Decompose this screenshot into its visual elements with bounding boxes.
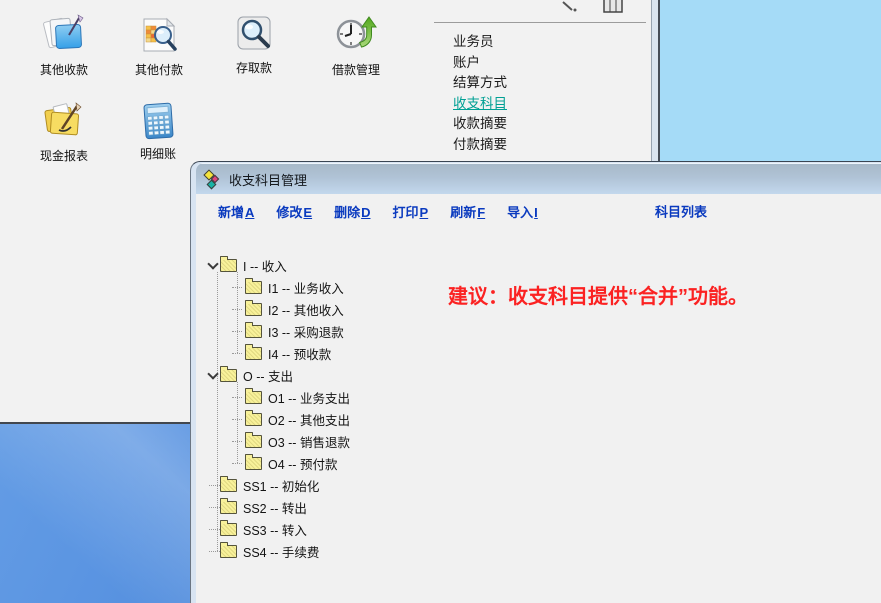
- calculator-icon: [136, 99, 180, 143]
- app-icon-cash-report[interactable]: 现金报表: [20, 99, 108, 164]
- side-menu-item-income-expense-subjects[interactable]: 收支科目: [453, 94, 507, 115]
- payment-sheet-magnifier-icon: [136, 13, 182, 59]
- side-menu-item-account[interactable]: 账户: [453, 53, 507, 74]
- tree-node-advance-payment[interactable]: O4 -- 预付款: [206, 452, 350, 474]
- tree-node-business-income[interactable]: I1 -- 业务收入: [206, 276, 350, 298]
- app-icon-label: 借款管理: [312, 61, 400, 78]
- app-icon-label: 现金报表: [20, 147, 108, 164]
- edit-button[interactable]: 修改E: [276, 202, 312, 221]
- subject-management-inner: 收支科目管理 新增A 修改E 删除D 打印P 刷新F 导入I 科目列表 I --…: [196, 163, 881, 603]
- folder-icon: [245, 391, 262, 404]
- side-menu-item-receipt-summary[interactable]: 收款摘要: [453, 114, 507, 135]
- suggestion-annotation: 建议：收支科目提供“合并”功能。: [448, 280, 748, 309]
- folder-icon: [245, 435, 262, 448]
- app-icon-other-payments[interactable]: 其他付款: [115, 13, 203, 78]
- tree-node-other-income[interactable]: I2 -- 其他收入: [206, 298, 350, 320]
- folder-icon: [220, 369, 237, 382]
- deposit-magnifier-icon: [232, 13, 276, 57]
- tree-node-transfer-out[interactable]: SS2 -- 转出: [206, 496, 350, 518]
- app-icon-other-receipts[interactable]: 其他收款: [20, 13, 108, 78]
- print-button[interactable]: 打印P: [393, 202, 429, 221]
- cash-report-folder-icon: [40, 99, 88, 145]
- clipped-pen-icon[interactable]: [561, 0, 577, 12]
- app-icon-label: 明细账: [114, 145, 202, 162]
- folder-icon: [220, 523, 237, 536]
- clock-green-arrow-icon: [333, 13, 379, 59]
- side-menu-item-salesman[interactable]: 业务员: [453, 32, 507, 53]
- side-menu-separator: [434, 22, 646, 23]
- clipped-window-icon[interactable]: [603, 0, 625, 14]
- subject-tree: I -- 收入 I1 -- 业务收入 I2 -- 其他收入 I3 -- 采购退款…: [206, 254, 350, 562]
- background-window-area: [660, 0, 881, 161]
- app-icon-label: 存取款: [210, 59, 298, 76]
- tree-node-expense[interactable]: O -- 支出: [206, 364, 350, 386]
- folder-icon: [245, 325, 262, 338]
- refresh-button[interactable]: 刷新F: [450, 202, 485, 221]
- folder-icon: [245, 457, 262, 470]
- tree-node-initialization[interactable]: SS1 -- 初始化: [206, 474, 350, 496]
- window-title: 收支科目管理: [229, 170, 307, 189]
- chevron-down-icon[interactable]: [206, 368, 220, 382]
- app-icon-loan-management[interactable]: 借款管理: [312, 13, 400, 78]
- folder-icon: [220, 479, 237, 492]
- tree-node-business-expense[interactable]: O1 -- 业务支出: [206, 386, 350, 408]
- add-button[interactable]: 新增A: [218, 202, 254, 221]
- tree-node-other-expense[interactable]: O2 -- 其他支出: [206, 408, 350, 430]
- receipt-note-icon: [41, 13, 87, 59]
- title-bar[interactable]: 收支科目管理: [196, 163, 881, 194]
- folder-icon: [245, 347, 262, 360]
- screen: 其他收款 其他付款: [0, 0, 881, 603]
- chevron-down-icon[interactable]: [206, 258, 220, 272]
- app-icon-label: 其他收款: [20, 61, 108, 78]
- subject-management-window: 收支科目管理 新增A 修改E 删除D 打印P 刷新F 导入I 科目列表 I --…: [190, 161, 881, 603]
- app-icon-deposit-withdraw[interactable]: 存取款: [210, 13, 298, 76]
- tree-node-handling-fee[interactable]: SS4 -- 手续费: [206, 540, 350, 562]
- tree-node-purchase-refund[interactable]: I3 -- 采购退款: [206, 320, 350, 342]
- app-icon-label: 其他付款: [115, 61, 203, 78]
- delete-button[interactable]: 删除D: [334, 202, 370, 221]
- side-menu-item-payment-summary[interactable]: 付款摘要: [453, 135, 507, 156]
- tree-node-sales-refund[interactable]: O3 -- 销售退款: [206, 430, 350, 452]
- folder-icon: [220, 501, 237, 514]
- subject-list-label[interactable]: 科目列表: [655, 202, 707, 221]
- tree-node-advance-receipt[interactable]: I4 -- 预收款: [206, 342, 350, 364]
- folder-icon: [245, 281, 262, 294]
- folder-icon: [220, 259, 237, 272]
- window-diamonds-icon: [204, 170, 223, 189]
- side-menu-item-settlement-method[interactable]: 结算方式: [453, 73, 507, 94]
- folder-icon: [220, 545, 237, 558]
- folder-icon: [245, 303, 262, 316]
- folder-icon: [245, 413, 262, 426]
- toolbar: 新增A 修改E 删除D 打印P 刷新F 导入I 科目列表: [196, 194, 881, 228]
- app-icon-detail-ledger[interactable]: 明细账: [114, 99, 202, 162]
- tree-node-transfer-in[interactable]: SS3 -- 转入: [206, 518, 350, 540]
- side-menu: 业务员 账户 结算方式 收支科目 收款摘要 付款摘要: [453, 32, 507, 155]
- subject-tree-area: I -- 收入 I1 -- 业务收入 I2 -- 其他收入 I3 -- 采购退款…: [196, 228, 881, 603]
- import-button[interactable]: 导入I: [507, 202, 538, 221]
- tree-node-income[interactable]: I -- 收入: [206, 254, 350, 276]
